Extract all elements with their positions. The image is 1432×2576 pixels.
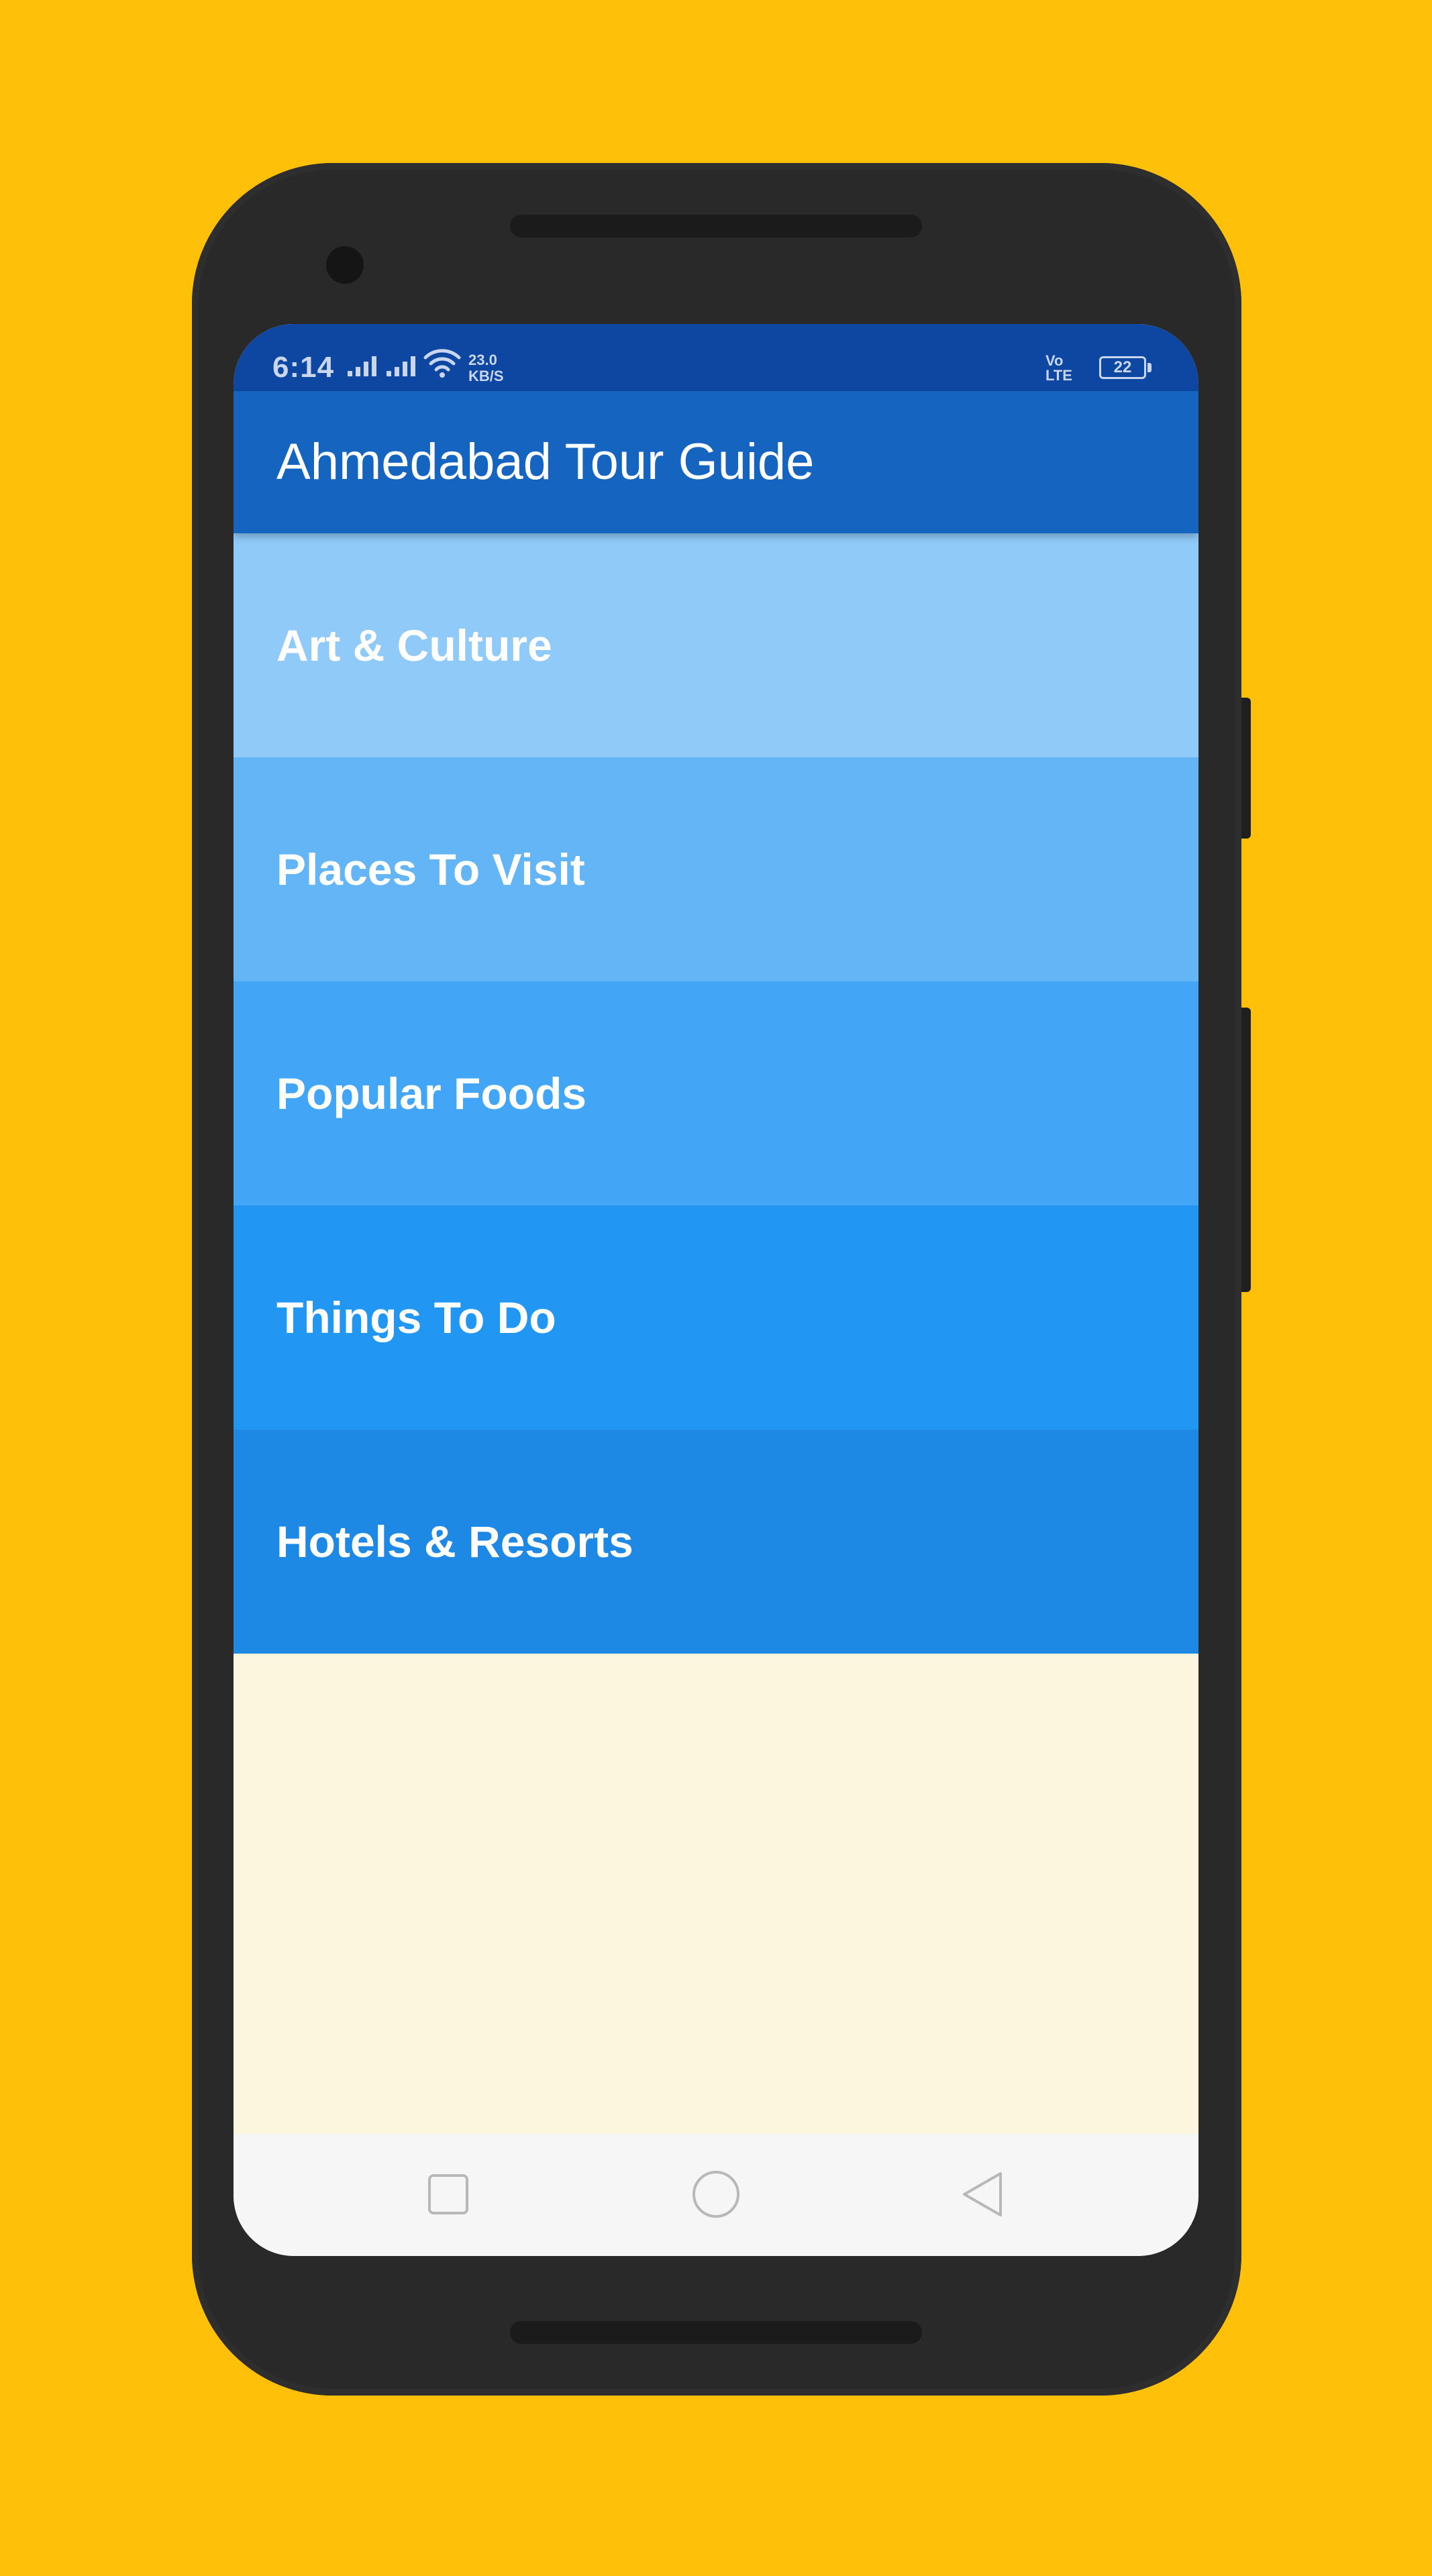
- category-item-popular-foods[interactable]: Popular Foods: [234, 981, 1198, 1205]
- network-speed: 23.0 KB/S: [468, 352, 504, 384]
- power-button[interactable]: [1241, 698, 1251, 839]
- volte-indicator: Vo LTE: [1045, 354, 1072, 383]
- category-label: Things To Do: [276, 1293, 556, 1342]
- category-item-places-to-visit[interactable]: Places To Visit: [234, 757, 1198, 981]
- signal-strength-icon: [387, 355, 415, 376]
- bottom-speaker: [510, 2321, 922, 2344]
- category-label: Hotels & Resorts: [276, 1517, 633, 1566]
- category-label: Popular Foods: [276, 1069, 586, 1118]
- recent-apps-button[interactable]: [421, 2167, 475, 2221]
- status-time: 6:14: [272, 351, 335, 384]
- app-bar: Ahmedabad Tour Guide: [234, 391, 1198, 533]
- volume-button[interactable]: [1241, 1008, 1251, 1292]
- battery-level: 22: [1113, 358, 1132, 376]
- status-bar: 6:14 23.0 KB/S Vo LTE 22: [234, 324, 1198, 391]
- back-icon: [963, 2172, 1002, 2216]
- network-speed-value: 23.0: [468, 352, 497, 368]
- category-item-things-to-do[interactable]: Things To Do: [234, 1205, 1198, 1430]
- wifi-icon: [423, 349, 461, 378]
- recent-apps-icon: [428, 2174, 468, 2214]
- page-background: 6:14 23.0 KB/S Vo LTE 22 Ahmedabad Tour …: [0, 0, 1432, 2576]
- category-item-art-culture[interactable]: Art & Culture: [234, 533, 1198, 757]
- home-icon: [693, 2171, 739, 2218]
- category-list: Art & Culture Places To Visit Popular Fo…: [234, 533, 1198, 1654]
- back-button[interactable]: [957, 2167, 1011, 2221]
- navigation-bar: [234, 2134, 1198, 2256]
- category-label: Places To Visit: [276, 845, 585, 894]
- category-label: Art & Culture: [276, 621, 552, 670]
- app-title: Ahmedabad Tour Guide: [276, 433, 815, 490]
- front-camera: [326, 246, 364, 284]
- volte-top: Vo: [1045, 352, 1064, 369]
- home-button[interactable]: [689, 2167, 743, 2221]
- earpiece-speaker: [510, 215, 922, 237]
- network-speed-unit: KB/S: [468, 368, 504, 384]
- battery-icon: 22: [1099, 356, 1146, 379]
- signal-strength-icon: [348, 355, 376, 376]
- category-item-hotels-resorts[interactable]: Hotels & Resorts: [234, 1430, 1198, 1654]
- phone-screen: 6:14 23.0 KB/S Vo LTE 22 Ahmedabad Tour …: [234, 324, 1198, 2256]
- volte-bottom: LTE: [1045, 367, 1072, 384]
- battery-tip: [1147, 363, 1152, 372]
